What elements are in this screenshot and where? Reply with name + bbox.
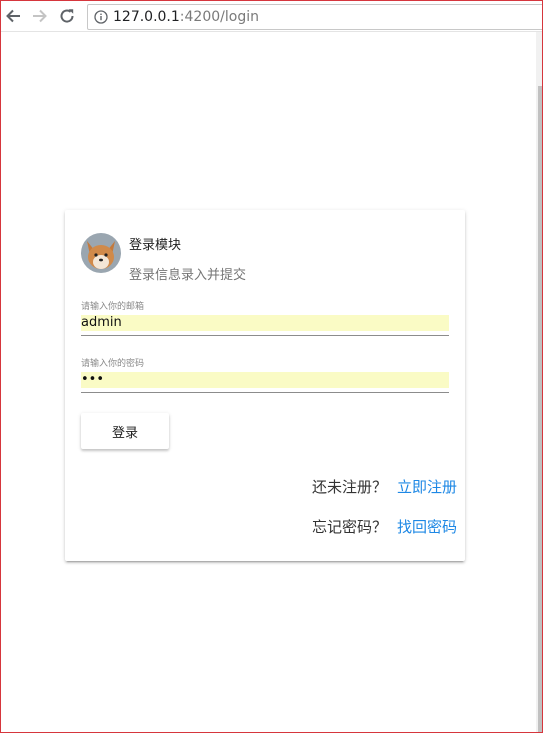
- url-path: :4200/login: [179, 9, 259, 25]
- password-underline: [81, 392, 449, 393]
- reload-icon[interactable]: [56, 5, 78, 27]
- password-field-label: 请输入你的密码: [81, 359, 145, 369]
- forgot-password-row: 忘记密码？ 找回密码: [312, 516, 457, 537]
- login-button[interactable]: 登录: [81, 413, 169, 449]
- url-text: 127.0.0.1:4200/login: [113, 9, 259, 25]
- forgot-password-link[interactable]: 找回密码: [397, 518, 457, 536]
- address-bar[interactable]: 127.0.0.1:4200/login: [87, 4, 543, 30]
- forgot-question: 忘记密码？: [311, 518, 387, 536]
- email-field: 请输入你的邮箱: [81, 299, 449, 336]
- email-field-label: 请输入你的邮箱: [81, 302, 145, 312]
- register-link[interactable]: 立即注册: [397, 478, 457, 496]
- password-field: 请输入你的密码: [81, 356, 449, 393]
- page-scrollbar-thumb[interactable]: [538, 86, 542, 732]
- shiba-dog-avatar: [81, 233, 121, 273]
- browser-toolbar: 127.0.0.1:4200/login: [1, 1, 543, 32]
- card-subtitle: 登录信息录入并提交: [129, 268, 247, 283]
- info-icon[interactable]: [94, 10, 108, 24]
- email-input[interactable]: [81, 315, 449, 331]
- login-card: 登录模块 登录信息录入并提交 请输入你的邮箱 请输入你的密码 登录 还未注册？ 立…: [65, 210, 465, 561]
- forward-arrow-icon[interactable]: [29, 5, 51, 27]
- register-question: 还未注册？: [311, 478, 387, 496]
- card-title: 登录模块: [129, 238, 182, 253]
- back-arrow-icon[interactable]: [2, 5, 24, 27]
- email-underline: [81, 335, 449, 336]
- avatar: [81, 233, 121, 273]
- url-host: 127.0.0.1: [113, 9, 180, 25]
- password-input[interactable]: [81, 372, 449, 388]
- register-row: 还未注册？ 立即注册: [312, 476, 457, 497]
